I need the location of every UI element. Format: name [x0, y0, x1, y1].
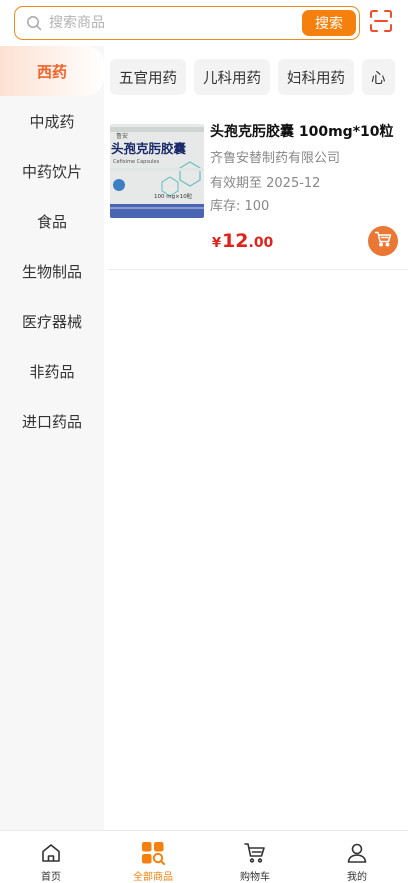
home-icon — [38, 840, 64, 865]
image-box-title: 头孢克肟胶囊 — [111, 141, 187, 156]
sidebar-item-western-medicine[interactable]: 西药 — [0, 46, 104, 96]
product-price: ¥12.00 — [212, 230, 273, 252]
sidebar-item-label: 食品 — [36, 212, 67, 231]
cart-icon — [242, 840, 268, 865]
scan-button[interactable] — [368, 10, 394, 36]
subtab-cardio-medicine[interactable]: 心 — [362, 59, 395, 95]
sidebar-item-food[interactable]: 食品 — [0, 196, 104, 246]
sidebar-item-label: 进口药品 — [21, 412, 82, 431]
nav-label: 购物车 — [240, 872, 270, 883]
image-box-subtitle: Cefixime Capsules — [113, 159, 160, 165]
sidebar-item-label: 西药 — [36, 62, 67, 81]
add-to-cart-button[interactable] — [368, 226, 398, 256]
subtab-pediatric-medicine[interactable]: 儿科用药 — [194, 59, 270, 95]
sidebar-item-label: 非药品 — [29, 362, 75, 381]
product-image: 鲁安 头孢克肟胶囊 Cefixime Capsules 100 mg×10粒 — [110, 124, 204, 218]
subtab-ent-medicine[interactable]: 五官用药 — [110, 59, 186, 95]
sidebar-item-non-drug[interactable]: 非药品 — [0, 346, 104, 396]
subcategory-tabs: 五官用药 儿科用药 妇科用药心 — [110, 59, 408, 95]
image-box-spec: 100 mg×10粒 — [154, 192, 193, 200]
category-sidebar: 西药 中成药 中药饮片 食品 生物制品 医疗器械 非药品 进口药品 — [0, 46, 104, 830]
nav-all-products[interactable]: 全部商品 — [102, 831, 204, 883]
sidebar-item-label: 医疗器械 — [21, 312, 82, 331]
profile-icon — [344, 840, 370, 865]
sidebar-item-label: 中药饮片 — [21, 162, 82, 181]
image-box-brand: 鲁安 — [116, 132, 128, 140]
product-stock: 库存: 100 — [210, 199, 270, 214]
price-integer: 12 — [222, 230, 249, 252]
sidebar-item-herbal-pieces[interactable]: 中药饮片 — [0, 146, 104, 196]
product-expiry: 有效期至 2025-12 — [210, 176, 321, 191]
sidebar-item-label: 中成药 — [29, 112, 75, 131]
product-card[interactable]: 鲁安 头孢克肟胶囊 Cefixime Capsules 100 mg×10粒 头… — [108, 118, 408, 270]
sidebar-item-biological-products[interactable]: 生物制品 — [0, 246, 104, 296]
search-icon — [19, 15, 49, 31]
search-button[interactable]: 搜索 — [302, 10, 356, 36]
nav-home[interactable]: 首页 — [0, 831, 102, 883]
nav-label: 我的 — [347, 872, 367, 883]
sidebar-item-imported-drugs[interactable]: 进口药品 — [0, 396, 104, 446]
product-manufacturer: 齐鲁安替制药有限公司 — [210, 151, 341, 166]
search-bar: 搜索 — [14, 6, 360, 40]
nav-profile[interactable]: 我的 — [306, 831, 408, 883]
cart-icon — [374, 230, 392, 252]
bottom-nav: 首页 全部商品 购物车 我的 — [0, 830, 408, 883]
sidebar-item-chinese-patent-medicine[interactable]: 中成药 — [0, 96, 104, 146]
all-products-icon — [140, 840, 166, 865]
price-decimal: .00 — [248, 235, 274, 251]
product-name: 头孢克肟胶囊 100mg*10粒 — [210, 124, 394, 140]
app-page: 搜索 西药 中成药 中药饮片 食品 生物制品 医疗器械 非药品 进口药品 五官用… — [0, 0, 408, 883]
subtab-gynecology-medicine[interactable]: 妇科用药 — [278, 59, 354, 95]
scan-icon — [369, 9, 393, 37]
price-symbol: ¥ — [212, 236, 222, 251]
nav-label: 全部商品 — [133, 872, 173, 883]
nav-cart[interactable]: 购物车 — [204, 831, 306, 883]
sidebar-item-medical-devices[interactable]: 医疗器械 — [0, 296, 104, 346]
sidebar-item-label: 生物制品 — [21, 262, 82, 281]
nav-label: 首页 — [41, 872, 61, 883]
